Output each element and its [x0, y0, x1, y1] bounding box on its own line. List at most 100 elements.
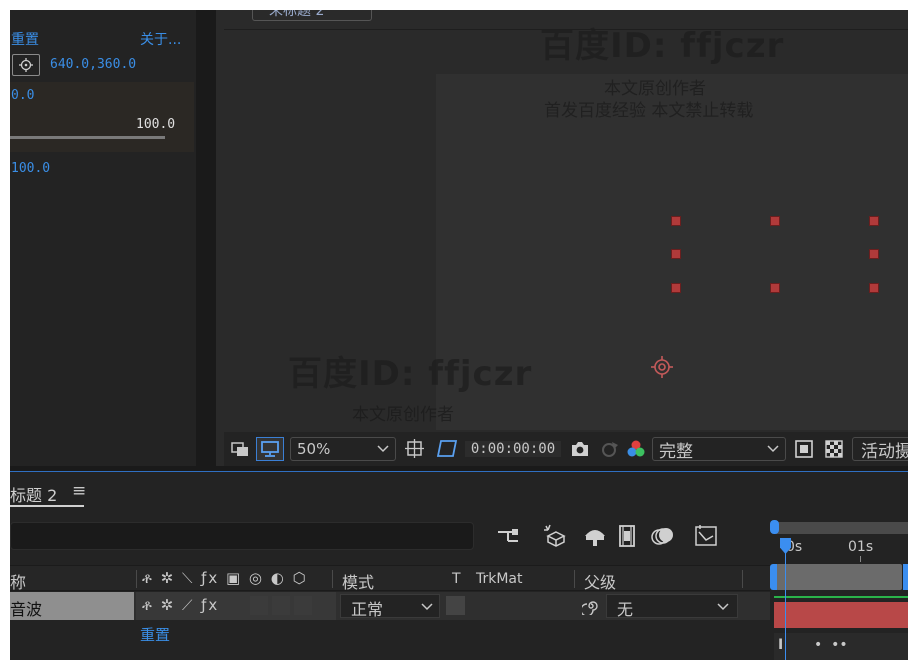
watermark-id: 百度ID: ffjczr — [540, 26, 785, 66]
current-time-indicator-line — [785, 542, 786, 660]
switch-slot[interactable] — [250, 596, 268, 615]
work-area-bar[interactable] — [776, 564, 902, 590]
column-mode[interactable]: 模式 — [342, 569, 374, 593]
timeline-column-headers: 称 ቶ ✲ ⟍ ƒx ▣ ◎ ◐ ⬡ 模式 T TrkMat 父级 — [10, 565, 770, 593]
mask-path-icon — [436, 440, 458, 457]
point-value[interactable]: 640.0,360.0 — [50, 57, 136, 72]
layer-switch-icons[interactable]: ቶ ✲ ⟋ ƒx — [142, 596, 219, 614]
checkerboard-icon — [825, 440, 843, 458]
watermark-id-2: 百度ID: ffjczr — [288, 354, 533, 394]
column-separator — [742, 570, 743, 588]
transform-handle[interactable] — [671, 283, 681, 293]
slider-max-value: 100.0 — [136, 117, 176, 132]
ruler-label-01s: 01s — [848, 539, 874, 555]
chevron-down-icon — [717, 603, 729, 611]
show-snapshot-button[interactable] — [598, 437, 622, 461]
time-navigator-start-handle[interactable] — [770, 520, 779, 534]
time-navigator[interactable] — [774, 522, 908, 534]
region-icon — [795, 440, 813, 458]
transparency-grid-button[interactable] — [434, 437, 460, 461]
anchor-point-icon[interactable] — [651, 356, 673, 378]
transform-handle[interactable] — [869, 249, 879, 259]
timeline-search-input[interactable] — [10, 522, 474, 550]
column-parent[interactable]: 父级 — [584, 569, 616, 593]
layer-duration-bar[interactable] — [774, 602, 908, 628]
transparency-button[interactable] — [822, 437, 846, 461]
zoom-value: 50% — [297, 440, 331, 458]
camera-dropdown[interactable]: 活动摄 — [852, 437, 908, 462]
layer-name[interactable]: 音波 — [10, 592, 134, 620]
watermark-line1-2: 本文原创作者 — [352, 405, 454, 425]
tab-underline — [10, 505, 84, 507]
parent-value: 无 — [617, 600, 634, 619]
chevron-down-icon — [377, 445, 389, 453]
always-preview-button[interactable] — [228, 437, 252, 461]
resolution-value: 完整 — [659, 441, 693, 462]
keyframe-navigator-icon[interactable]: I — [778, 637, 783, 653]
work-area-start-handle[interactable] — [770, 564, 777, 590]
blend-mode-value: 正常 — [351, 600, 384, 619]
pick-whip-icon[interactable] — [582, 597, 600, 615]
region-of-interest-button[interactable] — [402, 437, 428, 461]
point-picker-button[interactable] — [12, 54, 40, 76]
layer-row[interactable]: 音波 ቶ ✲ ⟋ ƒx 正常 无 — [10, 592, 770, 620]
snapshot-show-icon — [602, 442, 618, 457]
timecode-value: 0:00:00:00 — [464, 441, 562, 457]
transform-handle[interactable] — [770, 283, 780, 293]
value-slider[interactable] — [10, 136, 165, 139]
column-separator — [574, 570, 575, 588]
channel-button[interactable] — [624, 437, 648, 461]
timeline-header: 标题 2 ≡ — [10, 472, 908, 512]
resolution-dropdown[interactable]: 完整 — [652, 437, 786, 462]
motion-blur-icon[interactable] — [650, 524, 676, 548]
draft-3d-icon[interactable] — [542, 524, 568, 548]
viewer-tab[interactable]: 未标题 2 — [252, 10, 372, 21]
parent-dropdown[interactable]: 无 — [606, 594, 738, 619]
switch-slot[interactable] — [294, 596, 312, 615]
camera-icon — [572, 442, 588, 456]
transform-handle[interactable] — [869, 283, 879, 293]
frame-blending-icon[interactable] — [616, 524, 640, 548]
transform-handle[interactable] — [671, 249, 681, 259]
panel-divider-inner — [216, 10, 224, 466]
fast-previews-button[interactable] — [792, 437, 816, 461]
timeline-tools — [496, 522, 720, 550]
blend-mode-dropdown[interactable]: 正常 — [340, 594, 440, 619]
timeline-comp-tab[interactable]: 标题 2 — [10, 482, 57, 506]
timecode-display[interactable]: 0:00:00:00 — [464, 437, 562, 461]
column-trkmat[interactable]: TrkMat — [476, 571, 523, 587]
column-layer-name[interactable]: 称 — [10, 569, 26, 593]
shy-layers-icon[interactable] — [582, 525, 608, 547]
value-c[interactable]: 100.0 — [11, 161, 50, 176]
chevron-down-icon — [421, 603, 433, 611]
transform-handle[interactable] — [671, 216, 681, 226]
composition-flowchart-icon[interactable] — [496, 525, 522, 547]
panel-divider — [196, 10, 218, 466]
hamburger-menu-icon[interactable]: ≡ — [72, 481, 86, 501]
timeline-track-area: 0s 01s I • •• — [770, 520, 908, 660]
layer-property-row: 重置 — [10, 621, 770, 660]
watermark-line2: 首发百度经验 本文禁止转载 — [544, 101, 754, 121]
composition-viewer: 未标题 2 百度ID: ffjczr 本文原创作者 首发百度经验 本文禁止转载 … — [224, 10, 908, 466]
zoom-dropdown[interactable]: 50% — [290, 437, 396, 461]
transform-handle[interactable] — [869, 216, 879, 226]
switch-slot[interactable] — [272, 596, 290, 615]
grid-guides-icon — [405, 439, 424, 458]
effect-reset-link[interactable]: 重置 — [140, 624, 170, 645]
transform-handle[interactable] — [770, 216, 780, 226]
viewer-toolbar: 50% 0:00:00:00 完整 活动摄 — [224, 432, 908, 466]
after-effects-window: 重置 关于... 640.0,360.0 0.0 100.0 100.0 未标题… — [10, 10, 908, 660]
column-separator — [136, 570, 137, 588]
column-trkmat-t: T — [452, 571, 461, 587]
about-link[interactable]: 关于... — [140, 29, 181, 49]
value-a[interactable]: 0.0 — [11, 88, 34, 103]
display-button[interactable] — [256, 437, 284, 461]
keyframe-dots[interactable]: • •• — [814, 637, 848, 653]
snapshot-button[interactable] — [568, 437, 592, 461]
ruler-tick — [860, 556, 861, 562]
work-area-end-handle[interactable] — [903, 564, 908, 590]
switches-header-icons[interactable]: ቶ ✲ ⟍ ƒx ▣ ◎ ◐ ⬡ — [142, 569, 308, 587]
graph-editor-icon[interactable] — [694, 524, 720, 548]
crosshair-icon — [19, 58, 33, 72]
trkmat-toggle[interactable] — [446, 596, 465, 615]
